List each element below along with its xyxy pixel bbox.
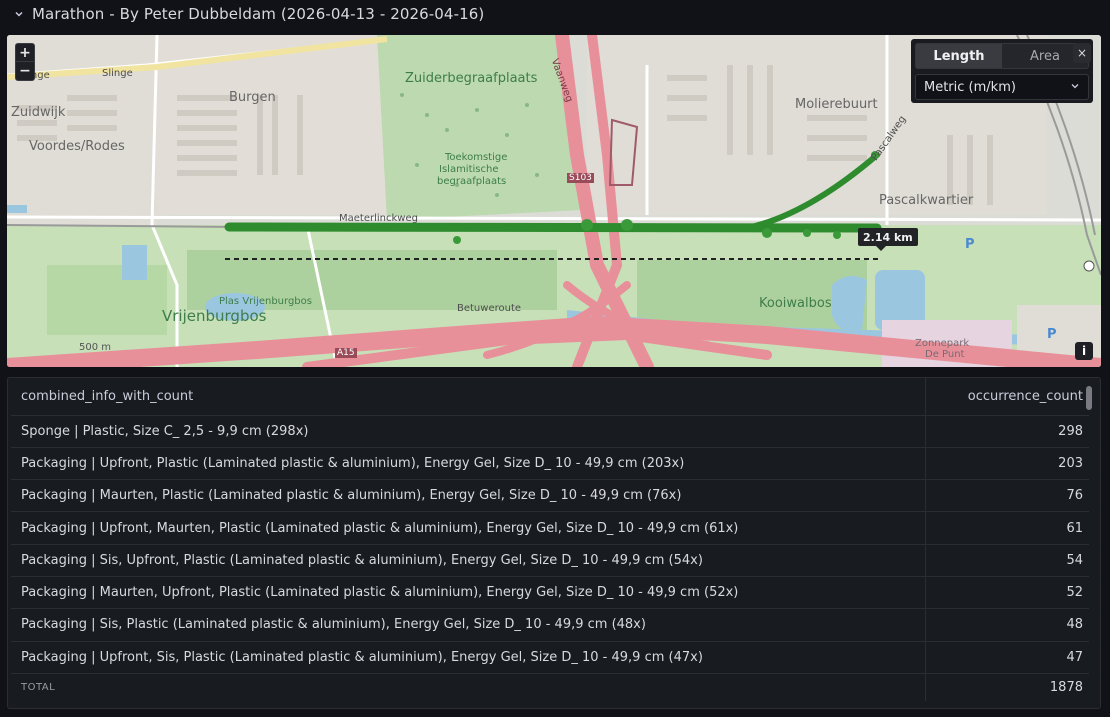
geomap-panel[interactable]: P P Slinge Slinge Zuidwijk Burgen Voorde… [7, 35, 1101, 367]
map-label-plas-vrijenburgbos: Plas Vrijenburgbos [219, 296, 312, 307]
map-scale-label: 500 m [79, 342, 112, 353]
cell-count: 61 [925, 511, 1089, 545]
table-row: Packaging | Sis, Plastic (Laminated plas… [11, 608, 1089, 642]
cell-info: Packaging | Upfront, Maurten, Plastic (L… [11, 511, 927, 545]
map-label-slinge-2: Slinge [102, 68, 133, 79]
unit-select-value: Metric (m/km) [924, 79, 1016, 95]
column-header-occurrence-count[interactable]: occurrence_count [925, 378, 1089, 416]
cell-count: 76 [925, 479, 1089, 513]
map-label-zuidwijk: Zuidwijk [11, 105, 66, 120]
data-table: combined_info_with_count occurrence_coun… [11, 378, 1089, 702]
table-scrollbar[interactable] [1086, 386, 1092, 410]
map-label-pascalkwartier: Pascalkwartier [879, 193, 974, 208]
table-row: Packaging | Sis, Upfront, Plastic (Lamin… [11, 544, 1089, 577]
unit-select[interactable]: Metric (m/km) [915, 74, 1089, 100]
cell-count: 48 [925, 608, 1089, 642]
table-row: Packaging | Upfront, Maurten, Plastic (L… [11, 511, 1089, 545]
map-label-begraafplaats: begraafplaats [437, 176, 507, 187]
map-label-vrijenburgbos: Vrijenburgbos [162, 307, 267, 325]
map-label-de-punt: De Punt [925, 349, 965, 360]
map-label-toekomstige: Toekomstige [445, 152, 508, 163]
zoom-out-button[interactable]: − [16, 62, 34, 80]
measure-distance-label: 2.14 km [858, 228, 918, 251]
table-header-row: combined_info_with_count occurrence_coun… [11, 378, 1089, 416]
panel-title: Marathon - By Peter Dubbeldam (2026-04-1… [32, 5, 485, 23]
map-label-kooiwalbos: Kooiwalbos [759, 296, 832, 311]
map-label-zonnepark: Zonnepark [915, 338, 970, 349]
table-row: Packaging | Upfront, Sis, Plastic (Lamin… [11, 641, 1089, 674]
cell-count: 52 [925, 576, 1089, 610]
cell-info: Packaging | Upfront, Plastic (Laminated … [11, 447, 927, 481]
svg-text:P: P [965, 237, 975, 252]
map-label-voordes: Voordes/Rodes [29, 139, 125, 154]
cell-count: 203 [925, 447, 1089, 481]
map-label-islamitische: Islamitische [439, 164, 499, 175]
map-label-burgen: Burgen [229, 90, 276, 105]
measure-length-tab[interactable]: Length [916, 44, 1002, 68]
measure-tool: Length Area Metric (m/km) [911, 39, 1093, 103]
cell-info: Packaging | Maurten, Plastic (Laminated … [11, 479, 927, 513]
map-label-maeterlinckweg: Maeterlinckweg [339, 213, 418, 224]
cell-info: Packaging | Sis, Upfront, Plastic (Lamin… [11, 544, 927, 577]
svg-text:P: P [1047, 327, 1057, 342]
map-label-molierebuurt: Molierebuurt [795, 97, 878, 112]
table-row: Sponge | Plastic, Size C_ 2,5 - 9,9 cm (… [11, 415, 1089, 448]
measure-mode-toggle: Length Area [915, 43, 1089, 69]
cell-count: 47 [925, 641, 1089, 674]
map-label-s103: S103 [567, 173, 594, 183]
zoom-in-button[interactable]: + [16, 44, 34, 62]
table-row: Packaging | Maurten, Plastic (Laminated … [11, 479, 1089, 513]
cell-info: Sponge | Plastic, Size C_ 2,5 - 9,9 cm (… [11, 415, 927, 448]
close-measure-button[interactable]: × [1073, 43, 1091, 63]
panel-row-header[interactable]: Marathon - By Peter Dubbeldam (2026-04-1… [0, 0, 1110, 28]
table-row: Packaging | Maurten, Upfront, Plastic (L… [11, 576, 1089, 610]
cell-info: Packaging | Sis, Plastic (Laminated plas… [11, 608, 927, 642]
total-value: 1878 [1049, 680, 1083, 696]
map-label-zuiderbegraafplaats: Zuiderbegraafplaats [405, 71, 538, 86]
zoom-control: + − [15, 43, 35, 81]
chevron-down-icon [1070, 80, 1080, 95]
map-label-a15: A15 [335, 348, 357, 358]
cell-count: 298 [925, 415, 1089, 448]
info-button[interactable]: i [1075, 342, 1093, 360]
table-row: Packaging | Upfront, Plastic (Laminated … [11, 447, 1089, 481]
cell-info: Packaging | Upfront, Sis, Plastic (Lamin… [11, 641, 927, 674]
table-panel: combined_info_with_count occurrence_coun… [7, 377, 1101, 709]
map-label-betuweroute: Betuweroute [457, 303, 522, 314]
chevron-down-icon[interactable] [12, 7, 26, 21]
column-header-combined-info[interactable]: combined_info_with_count [11, 378, 927, 416]
cell-info: Packaging | Maurten, Upfront, Plastic (L… [11, 576, 927, 610]
table-footer-total: TOTAL 1878 [11, 673, 1089, 702]
total-label: TOTAL [11, 673, 927, 702]
cell-count: 54 [925, 544, 1089, 577]
